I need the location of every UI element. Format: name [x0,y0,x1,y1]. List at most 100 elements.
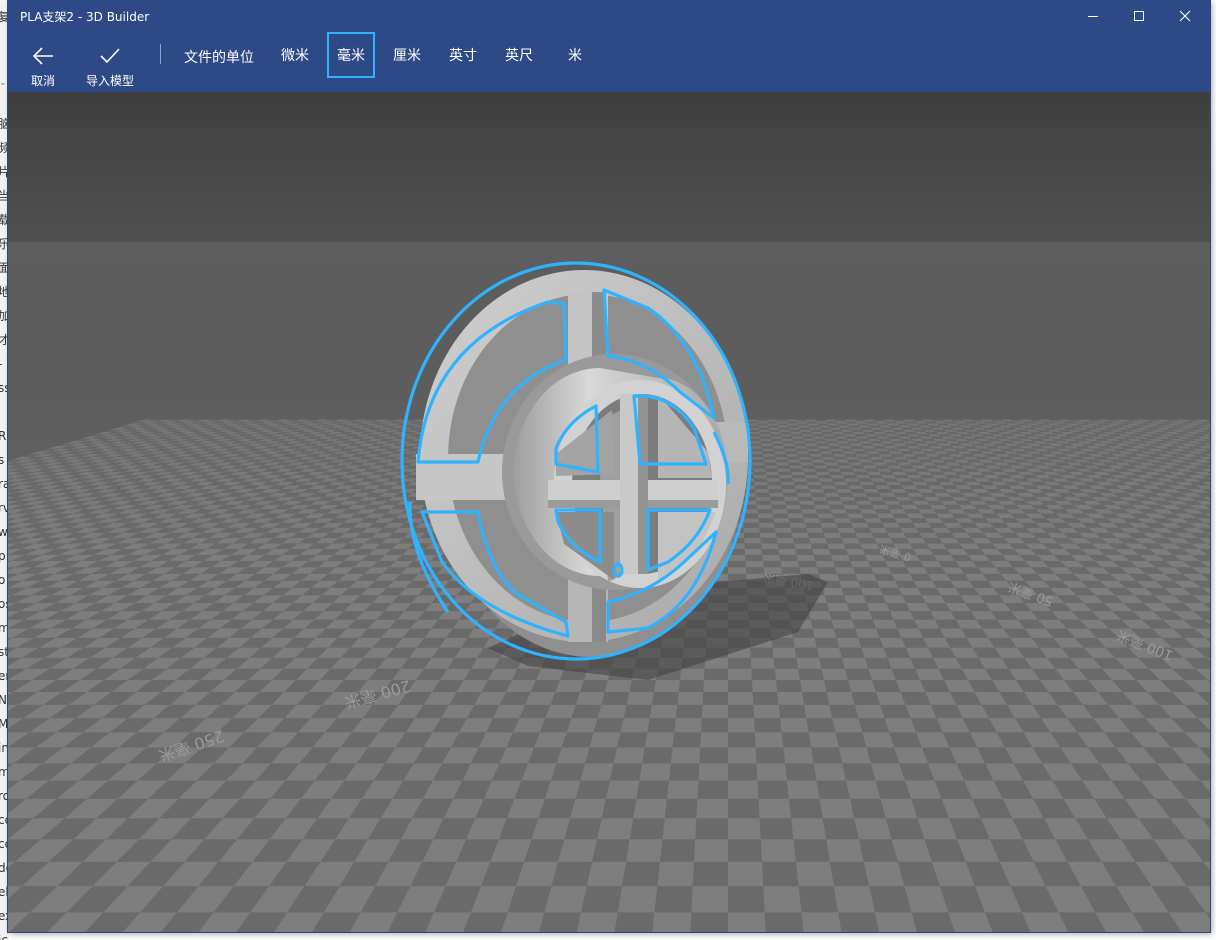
floor-tile [876,580,899,588]
floor-tile [606,780,640,799]
floor-tile [804,704,833,719]
floor-tile [704,668,728,680]
floor-tile [755,747,786,764]
floor-tile [636,780,669,799]
floor-tile [783,747,814,764]
floor-tile [623,704,652,719]
chevron-down-icon: ⌄ [0,78,7,88]
floor-tile [694,839,728,862]
unit-micrometer-button[interactable]: 微米 [274,32,316,78]
floor-tile [680,668,705,680]
floor-tile [869,886,912,913]
floor-tile [813,763,846,781]
floor-tile [854,818,892,840]
unit-meter-button[interactable]: 米 [554,32,596,78]
floor-tile [564,818,602,840]
floor-tile [826,839,864,862]
floor-tile [728,573,747,581]
floor-tile [832,718,863,733]
floor-tile [858,637,884,648]
floor-tile [652,912,692,932]
floor-tile [672,732,702,748]
floor-tile [781,732,812,748]
floor-tile [852,619,877,629]
floor-tile [544,780,581,799]
floor-tile [728,912,766,932]
floor-tile [895,580,918,588]
floor-tile [841,587,864,596]
floor-tile [884,718,917,733]
floor-tile [846,603,870,612]
unit-foot-button[interactable]: 英尺 [498,32,540,78]
floor-tile [886,603,910,612]
floor-tile [701,718,728,733]
floor-tile [829,861,870,887]
floor-tile [691,886,728,913]
floor-tile [802,692,830,705]
floor-tile [576,912,618,932]
floor-tile [785,763,817,781]
floor-tile [585,747,618,764]
floor-tile [848,680,876,692]
import-model-button[interactable]: 导入模型 [80,32,140,90]
floor-tile [893,619,919,629]
minimize-button[interactable] [1070,0,1116,32]
floor-tile [758,798,792,819]
floor-tile [752,680,778,692]
floor-tile [876,628,902,638]
floor-tile [622,861,661,887]
floor-tile [772,647,797,658]
floor-tile [654,886,693,913]
floor-tile [678,680,704,692]
floor-tile [846,780,881,799]
floor-tile [728,798,760,819]
3d-scene[interactable]: 250 毫米 200 毫米 100 毫米 0 毫米 50 毫米 100 毫米 [8,92,1210,932]
floor-tile [604,680,632,692]
floor-tile [854,704,885,719]
floor-tile [763,886,802,913]
floor-tile [889,611,915,620]
floor-tile [728,692,754,705]
units-title: 文件的单位 [184,50,254,66]
floor-tile [597,704,627,719]
floor-tile [812,628,837,638]
floor-tile [891,668,920,680]
floor-tile [626,692,654,705]
floor-tile [561,732,594,748]
floor-tile [836,637,862,648]
floor-tile [866,747,900,764]
close-button[interactable] [1162,0,1208,32]
floor-tile [545,704,576,719]
floor-tile [844,595,867,603]
floor-tile [851,692,881,705]
floor-tile [580,680,608,692]
floor-tile [858,718,890,733]
floor-tile [829,704,859,719]
floor-tile [550,692,581,705]
floor-tile [677,692,704,705]
maximize-button[interactable] [1116,0,1162,32]
floor-tile [817,567,838,574]
cancel-button[interactable]: 取消 [22,32,64,90]
floor-tile [728,668,752,680]
floor-tile [870,567,892,574]
floor-tile [855,573,877,581]
floor-tile [586,861,627,887]
floor-tile [571,704,602,719]
floor-tile [750,657,775,669]
floor-tile [887,657,915,669]
floor-tile [629,680,656,692]
unit-millimeter-button[interactable]: 毫米 [327,32,375,78]
floor-tile [651,692,679,705]
3d-viewport[interactable]: 250 毫米 200 毫米 100 毫米 0 毫米 50 毫米 100 毫米 [8,92,1210,932]
unit-inch-button[interactable]: 英寸 [442,32,484,78]
floor-tile [760,839,796,862]
floor-tile [566,718,598,733]
floor-tile [674,718,702,733]
floor-tile [810,619,834,629]
unit-centimeter-button[interactable]: 厘米 [386,32,428,78]
floor-tile [690,912,728,932]
floor-tile [544,886,587,913]
floor-tile [857,580,880,588]
floor-tile [796,657,822,669]
